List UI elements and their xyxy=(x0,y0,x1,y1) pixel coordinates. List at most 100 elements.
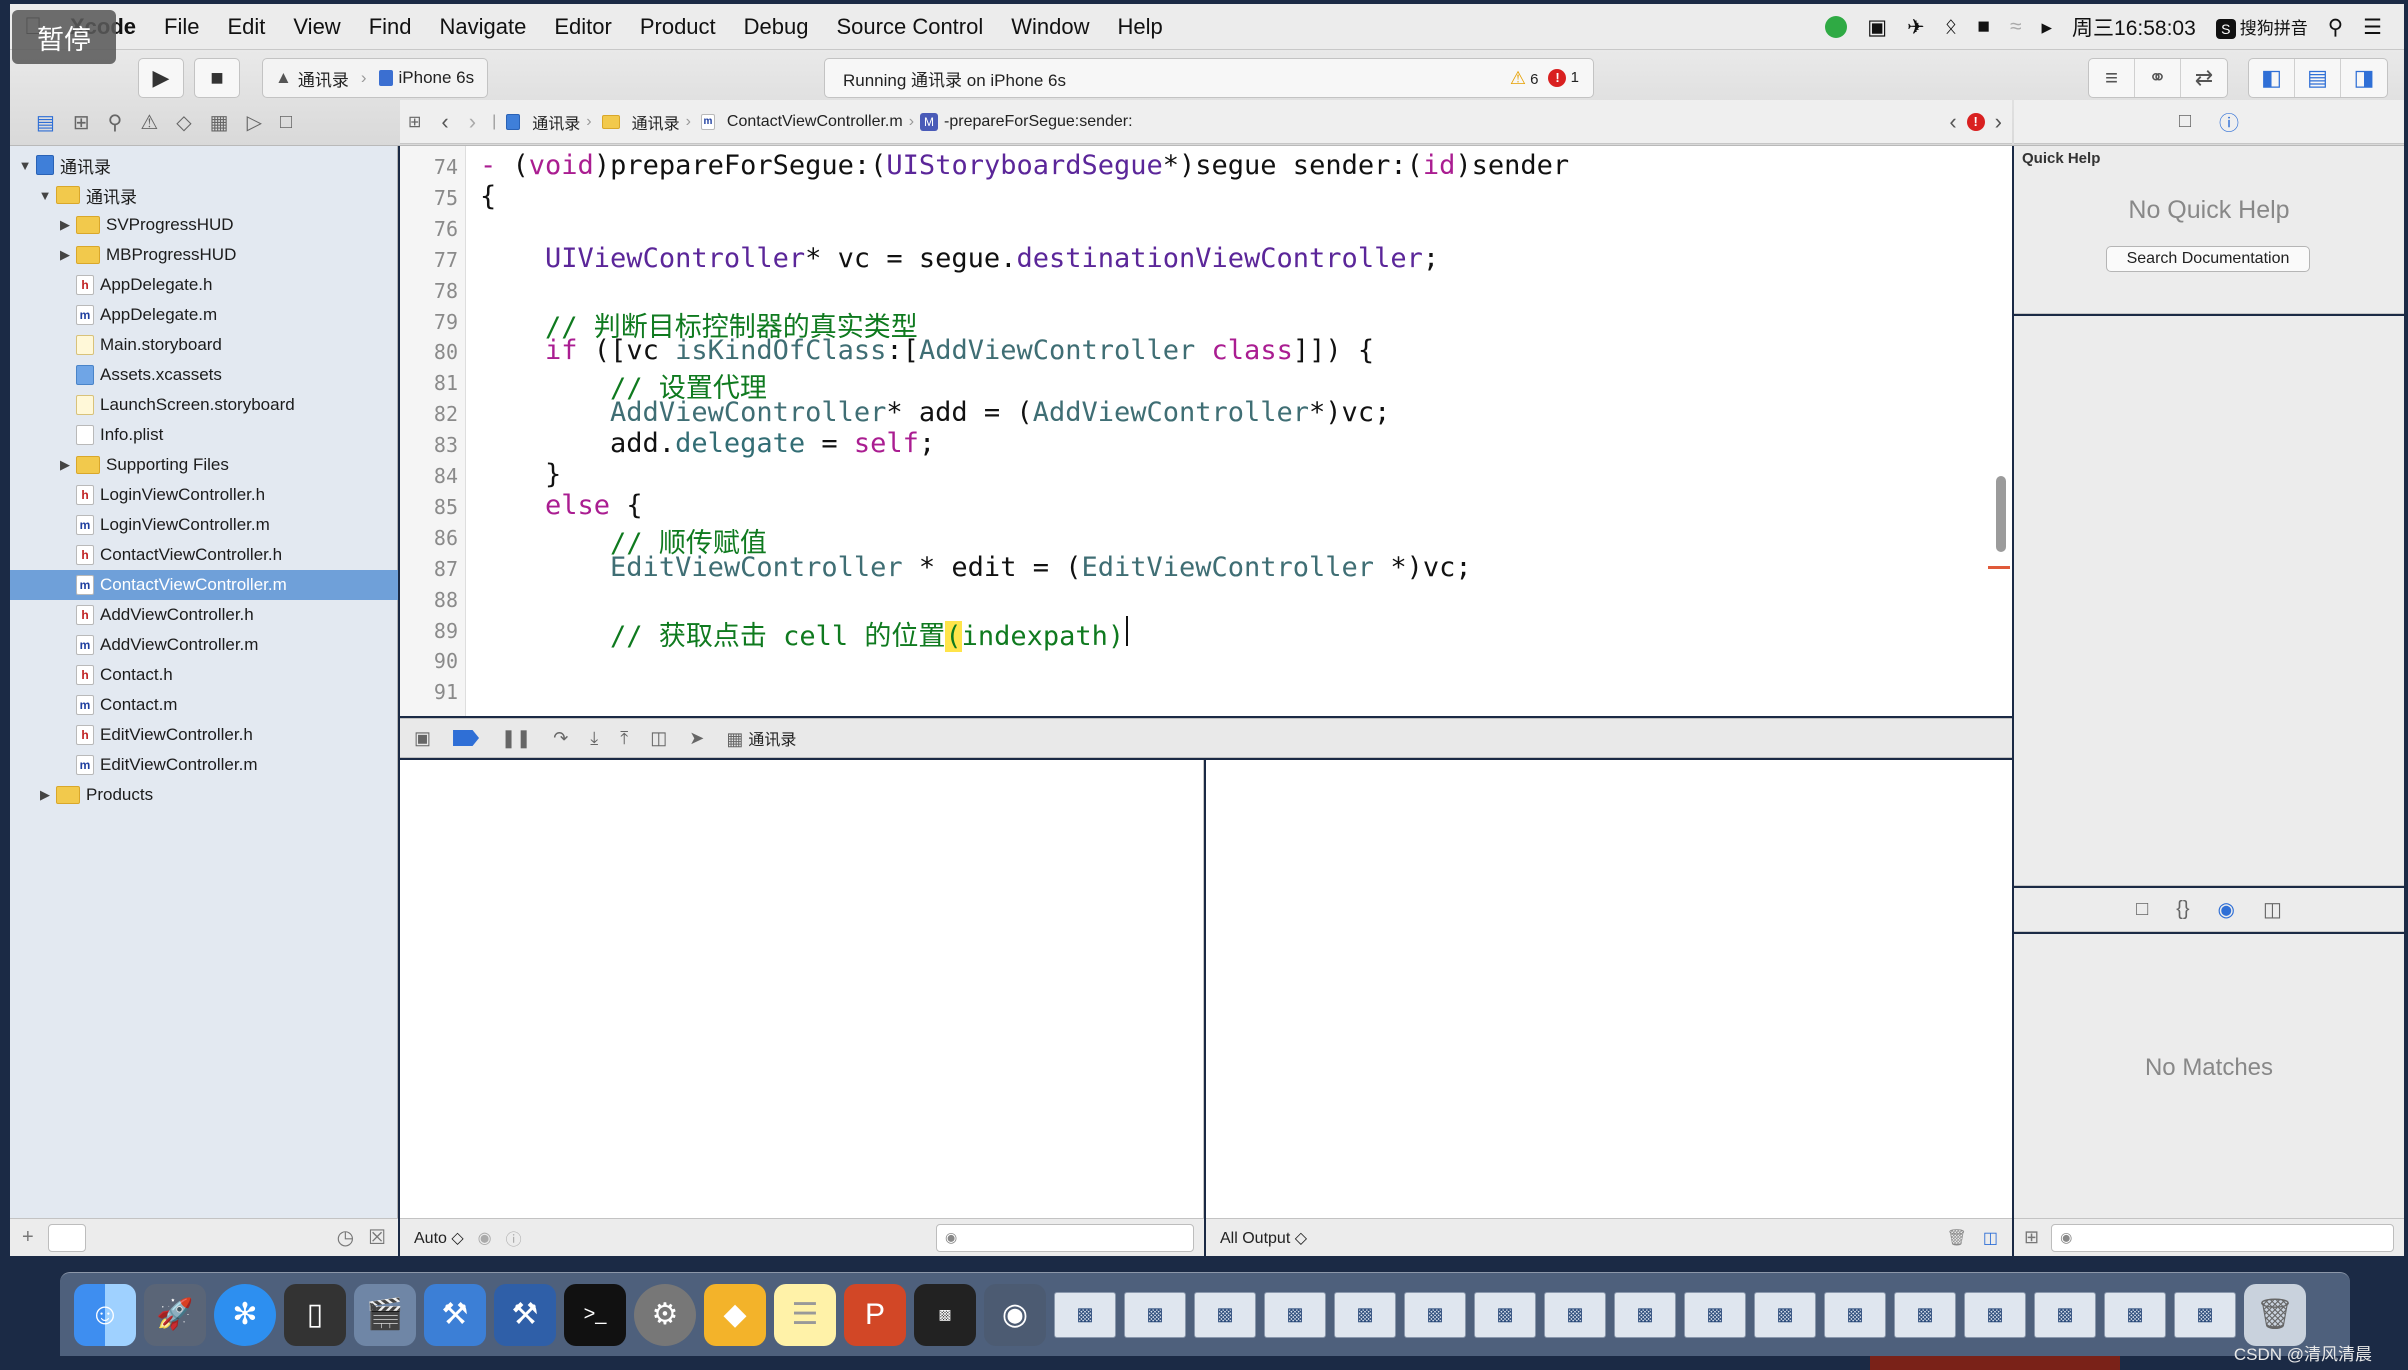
navigator-item[interactable]: m AddViewController.m xyxy=(10,630,398,660)
variables-filter-field[interactable]: ◉ xyxy=(936,1223,1194,1252)
version-editor-icon[interactable]: ⇄ xyxy=(2181,59,2227,97)
airplane-icon[interactable]: ✈ xyxy=(1907,15,1925,40)
code-line[interactable]: EditViewController * edit = (EditViewCon… xyxy=(480,552,1472,583)
navigator-item[interactable]: ▶ SVProgressHUD xyxy=(10,210,398,240)
navigator-item[interactable]: h AddViewController.h xyxy=(10,600,398,630)
filter-field[interactable] xyxy=(47,1223,86,1252)
symbol-navigator-icon[interactable]: ⊞ xyxy=(73,110,90,135)
console-view[interactable] xyxy=(1206,760,2012,1218)
notification-center-icon[interactable]: ☰ xyxy=(2363,15,2382,40)
clock-text[interactable]: 周三16:58:03 xyxy=(2072,12,2196,42)
code-line[interactable]: UIViewController* vc = segue.destination… xyxy=(480,243,1439,274)
menu-navigate[interactable]: Navigate xyxy=(426,14,541,40)
navigator-item[interactable]: h Contact.h xyxy=(10,660,398,690)
pause-overlay[interactable]: 暂停 xyxy=(12,10,116,64)
breakpoints-toggle-icon[interactable] xyxy=(453,730,480,746)
finder-icon[interactable]: ☺ xyxy=(74,1283,136,1346)
code-line[interactable]: // 获取点击 cell 的位置(indexpath) xyxy=(480,614,1124,653)
step-out-icon[interactable]: ⤒ xyxy=(620,728,628,749)
navigator-item[interactable]: h EditViewController.h xyxy=(10,720,398,750)
window-thumbnail-icon[interactable]: ▩ xyxy=(1964,1291,2026,1338)
input-method[interactable]: S 搜狗拼音 xyxy=(2215,14,2308,40)
file-template-library-icon[interactable]: □ xyxy=(2136,898,2148,921)
navigator-item[interactable]: ▼ 通讯录 xyxy=(10,180,398,210)
stop-button[interactable]: ■ xyxy=(194,58,240,98)
related-items-icon[interactable]: ⊞ xyxy=(408,112,421,132)
window-thumbnail-icon[interactable]: ▩ xyxy=(1614,1291,1676,1338)
recent-files-icon[interactable]: ◷ xyxy=(337,1225,354,1250)
menu-editor[interactable]: Editor xyxy=(540,14,625,40)
quick-help-icon[interactable]: ⓘ xyxy=(2219,107,2239,136)
view-hierarchy-icon[interactable]: ◫ xyxy=(650,728,667,749)
next-issue-icon[interactable]: › xyxy=(1995,109,2002,135)
crumb-file[interactable]: m ContactViewController.m xyxy=(697,113,903,131)
grid-view-icon[interactable]: ⊞ xyxy=(2024,1227,2039,1248)
mouse-icon[interactable]: ▯ xyxy=(284,1283,346,1346)
navigator-item[interactable]: ▶ MBProgressHUD xyxy=(10,240,398,270)
window-thumbnail-icon[interactable]: ▩ xyxy=(2034,1291,2096,1338)
console-app-icon[interactable]: ▩ xyxy=(914,1283,976,1346)
sketch-icon[interactable]: ◆ xyxy=(704,1283,766,1346)
crumb-group[interactable]: 通讯录 xyxy=(598,110,680,134)
file-inspector-icon[interactable]: □ xyxy=(2179,110,2191,133)
window-thumbnail-icon[interactable]: ▩ xyxy=(2104,1291,2166,1338)
powerpoint-icon[interactable]: P xyxy=(844,1283,906,1346)
code-line[interactable]: else { xyxy=(480,490,643,521)
window-thumbnail-icon[interactable]: ▩ xyxy=(1894,1291,1956,1338)
window-thumbnail-icon[interactable]: ▩ xyxy=(1194,1291,1256,1338)
navigator-item[interactable]: Assets.xcassets xyxy=(10,360,398,390)
bluetooth-icon[interactable]: ᛟ xyxy=(1945,15,1958,39)
navigator-item[interactable]: LaunchScreen.storyboard xyxy=(10,390,398,420)
navigator-item[interactable]: m Contact.m xyxy=(10,690,398,720)
screen-record-icon[interactable]: ▣ xyxy=(1867,15,1887,40)
notes-icon[interactable]: ☰ xyxy=(774,1283,836,1346)
standard-editor-icon[interactable]: ≡ xyxy=(2089,59,2135,97)
code-line[interactable]: - (void)prepareForSegue:(UIStoryboardSeg… xyxy=(480,150,1569,181)
code-line[interactable]: } xyxy=(480,459,561,490)
disclosure-open-icon[interactable]: ▼ xyxy=(38,188,52,203)
menu-product[interactable]: Product xyxy=(626,14,730,40)
project-navigator-icon[interactable]: ▤ xyxy=(36,110,55,135)
navigator-item[interactable]: h ContactViewController.h xyxy=(10,540,398,570)
disclosure-open-icon[interactable]: ▼ xyxy=(18,158,32,173)
step-into-icon[interactable]: ⤓ xyxy=(590,728,598,749)
navigator-item[interactable]: m EditViewController.m xyxy=(10,750,398,780)
disclosure-closed-icon[interactable]: ▶ xyxy=(58,247,72,263)
window-thumbnail-icon[interactable]: ▩ xyxy=(1054,1291,1116,1338)
menu-source-control[interactable]: Source Control xyxy=(823,14,998,40)
window-thumbnail-icon[interactable]: ▩ xyxy=(1124,1291,1186,1338)
window-thumbnail-icon[interactable]: ▩ xyxy=(1754,1291,1816,1338)
launchpad-icon[interactable]: 🚀 xyxy=(144,1283,206,1346)
navigator-item[interactable]: Main.storyboard xyxy=(10,330,398,360)
assistant-editor-icon[interactable]: ⚭ xyxy=(2135,59,2181,97)
step-over-icon[interactable]: ↷ xyxy=(553,728,568,749)
library-filter-field[interactable]: ◉ xyxy=(2051,1223,2394,1252)
menu-file[interactable]: File xyxy=(150,14,213,40)
variables-view[interactable] xyxy=(400,760,1204,1218)
navigator-item[interactable]: h LoginViewController.h xyxy=(10,480,398,510)
info-icon[interactable]: ⓘ xyxy=(506,1226,522,1250)
window-thumbnail-icon[interactable]: ▩ xyxy=(1334,1291,1396,1338)
location-simulate-icon[interactable]: ➤ xyxy=(689,728,704,749)
navigator-item[interactable]: ▼ 通讯录 xyxy=(10,150,398,180)
lock-icon[interactable]: ■ xyxy=(1977,15,1990,39)
trash-icon[interactable]: 🗑 xyxy=(2244,1283,2306,1346)
wifi-icon[interactable]: ≈ xyxy=(2010,15,2022,39)
menu-edit[interactable]: Edit xyxy=(213,14,279,40)
safari-icon[interactable]: ✻ xyxy=(214,1283,276,1346)
source-editor[interactable]: 74 75 76 77 78 79 80 81 82 83 84 85 86 87 88 89 90 91 - (… xyxy=(400,146,2012,716)
window-thumbnail-icon[interactable]: ▩ xyxy=(1684,1291,1746,1338)
code-line[interactable]: { xyxy=(480,181,496,212)
search-documentation-button[interactable]: Search Documentation xyxy=(2106,246,2310,272)
hide-debug-area-icon[interactable]: ▣ xyxy=(414,728,431,749)
scm-status-icon[interactable]: ☒ xyxy=(368,1225,386,1250)
error-badge[interactable]: ! 1 xyxy=(1548,69,1579,87)
issue-error-icon[interactable]: ! xyxy=(1966,112,1985,131)
volume-icon[interactable]: ▸ xyxy=(2041,15,2052,40)
trash-icon[interactable]: 🗑 xyxy=(1947,1228,1967,1248)
split-view-icon[interactable]: ◫ xyxy=(1983,1228,1998,1248)
navigator-item[interactable]: ▶ Supporting Files xyxy=(10,450,398,480)
code-snippet-library-icon[interactable]: {} xyxy=(2176,898,2189,921)
crumb-method[interactable]: M -prepareForSegue:sender: xyxy=(920,112,1133,131)
console-output-select[interactable]: All Output ◇ xyxy=(1220,1228,1307,1248)
